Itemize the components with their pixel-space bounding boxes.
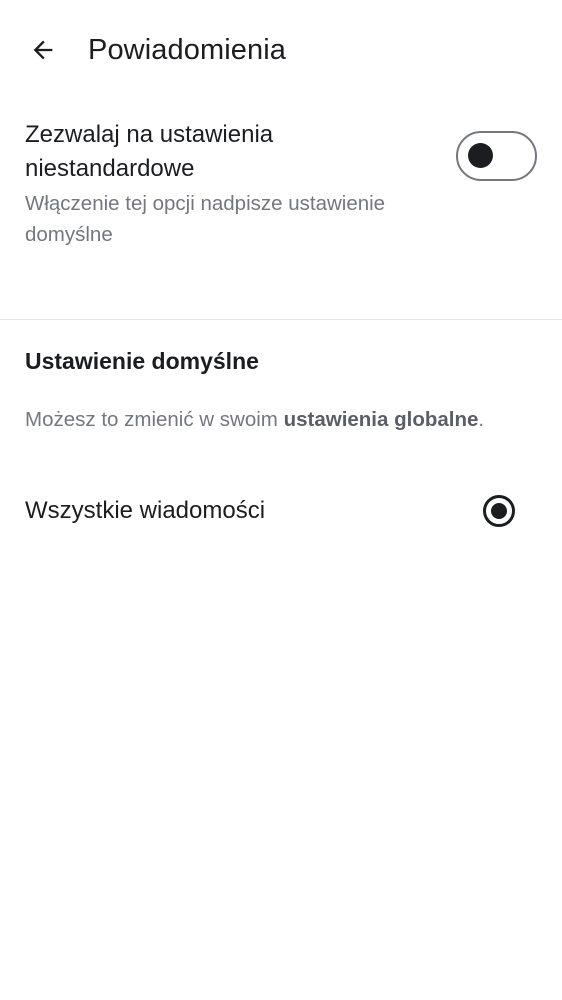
default-setting-heading: Ustawienie domyślne	[25, 348, 259, 374]
toggle-thumb	[468, 143, 493, 168]
arrow-left-icon	[33, 40, 53, 60]
info-suffix: .	[478, 408, 485, 431]
top-bar: Powiadomienia	[0, 0, 562, 100]
option-all-messages[interactable]: Wszystkie wiadomości	[0, 480, 562, 542]
back-button[interactable]	[20, 30, 66, 70]
custom-settings-description: Włączenie tej opcji nadpisze ustawienie …	[25, 192, 386, 246]
notifications-screen: Powiadomienia Zezwalaj na ustawienia nie…	[0, 0, 562, 1000]
custom-settings-toggle[interactable]	[456, 131, 537, 181]
radio-selected-dot	[491, 503, 507, 519]
custom-settings-title: Zezwalaj na ustawienia niestandardowe	[25, 121, 274, 182]
global-settings-info: Możesz to zmienić w swoim ustawienia glo…	[25, 404, 555, 436]
section-divider	[0, 319, 562, 320]
custom-settings-row[interactable]: Zezwalaj na ustawienia niestandardowe Wł…	[0, 114, 562, 264]
radio-button-selected[interactable]	[483, 495, 515, 527]
page-title: Powiadomienia	[88, 34, 286, 66]
option-label: Wszystkie wiadomości	[25, 497, 266, 524]
global-settings-link[interactable]: ustawienia globalne	[284, 408, 479, 431]
info-prefix: Możesz to zmienić w swoim	[25, 408, 284, 431]
